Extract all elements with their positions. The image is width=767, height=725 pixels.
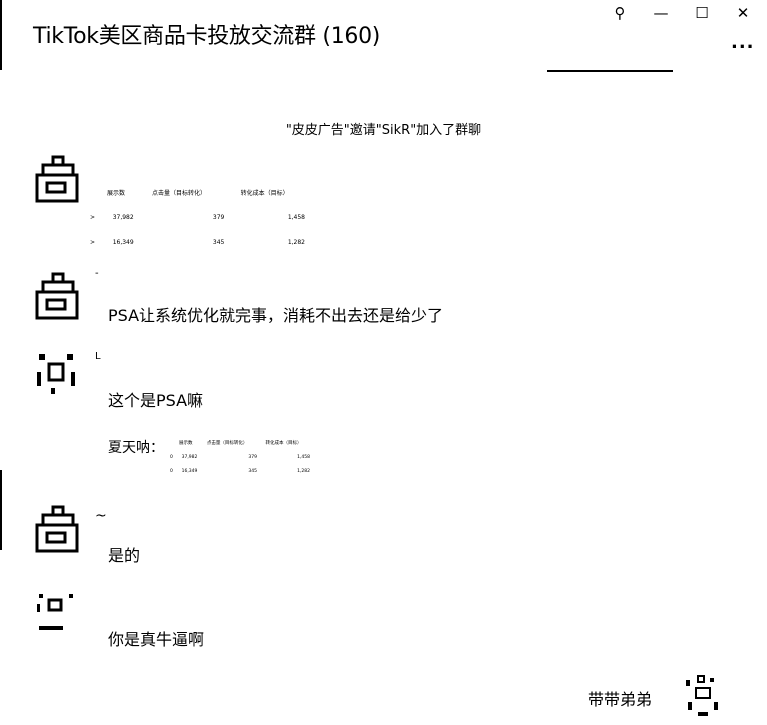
table-cell: 1,458 (287, 214, 305, 221)
table-row: 0 37,982 379 1,458 (170, 450, 310, 464)
sender-name: ~ (95, 508, 107, 524)
table-cell: 16,349 (112, 239, 134, 246)
message-text: PSA让系统优化就完事，消耗不出去还是给少了 (108, 306, 444, 325)
shared-image-table[interactable]: 展示数 点击量（目标转化） 转化成本（目标） > 37,982 379 1,45… (90, 180, 305, 255)
message-text: 这个是PSA嘛 (108, 391, 204, 410)
message-text: 你是真牛逼啊 (108, 630, 205, 649)
user-avatar-icon[interactable] (33, 350, 81, 398)
table-row: > 16,349 345 1,282 (90, 230, 305, 255)
window-left-edge (0, 0, 2, 70)
minimize-button[interactable]: — (648, 2, 674, 24)
user-avatar-icon[interactable] (680, 672, 726, 720)
table-cell: 37,982 (112, 214, 134, 221)
table-row: 0 16,349 345 1,282 (170, 464, 310, 478)
system-message: "皮皮广告"邀请"SikR"加入了群聊 (285, 123, 482, 138)
tab-underline (547, 70, 673, 72)
table-cell: 16,349 (181, 468, 198, 474)
table-cell: 1,282 (287, 239, 305, 246)
row-marker: > (90, 214, 96, 221)
column-header: 点击量（目标转化） (206, 441, 248, 446)
user-avatar-icon[interactable] (33, 505, 81, 553)
maximize-button[interactable]: ☐ (689, 2, 715, 24)
table-cell: 345 (212, 239, 225, 246)
user-avatar-icon[interactable] (33, 590, 81, 638)
table-row: > 37,982 379 1,458 (90, 205, 305, 230)
table-cell: 1,282 (297, 468, 310, 474)
table-cell: 1,458 (297, 454, 310, 460)
table-header-row: 展示数 点击量（目标转化） 转化成本（目标） (170, 436, 310, 450)
column-header: 转化成本（目标） (240, 190, 289, 197)
bottom-user-name: 带带弟弟 (588, 690, 653, 709)
message-text: 是的 (108, 546, 141, 565)
column-header: 展示数 (179, 441, 193, 446)
more-options-button[interactable]: ... (731, 32, 755, 53)
close-button[interactable]: ✕ (730, 2, 756, 24)
table-cell: 37,982 (181, 454, 198, 460)
table-cell: 379 (212, 214, 225, 221)
window-left-edge (0, 470, 2, 550)
sender-name: - (95, 268, 99, 279)
user-avatar-icon[interactable] (33, 272, 81, 320)
user-avatar-icon[interactable] (33, 155, 81, 203)
row-marker: > (90, 239, 96, 246)
column-header: 点击量（目标转化） (152, 190, 207, 197)
column-header: 展示数 (107, 190, 126, 197)
table-header-row: 展示数 点击量（目标转化） 转化成本（目标） (90, 180, 305, 205)
quote-author: 夏天呐： (108, 440, 164, 456)
table-cell: 345 (248, 468, 257, 474)
pin-icon[interactable]: ⚲ (607, 2, 633, 24)
sender-name: L (95, 351, 101, 362)
column-header: 转化成本（目标） (265, 441, 302, 446)
table-cell: 379 (248, 454, 257, 460)
quoted-image-table[interactable]: 展示数 点击量（目标转化） 转化成本（目标） 0 37,982 379 1,45… (170, 436, 310, 478)
chat-title: TikTok美区商品卡投放交流群 (160) (33, 24, 381, 49)
